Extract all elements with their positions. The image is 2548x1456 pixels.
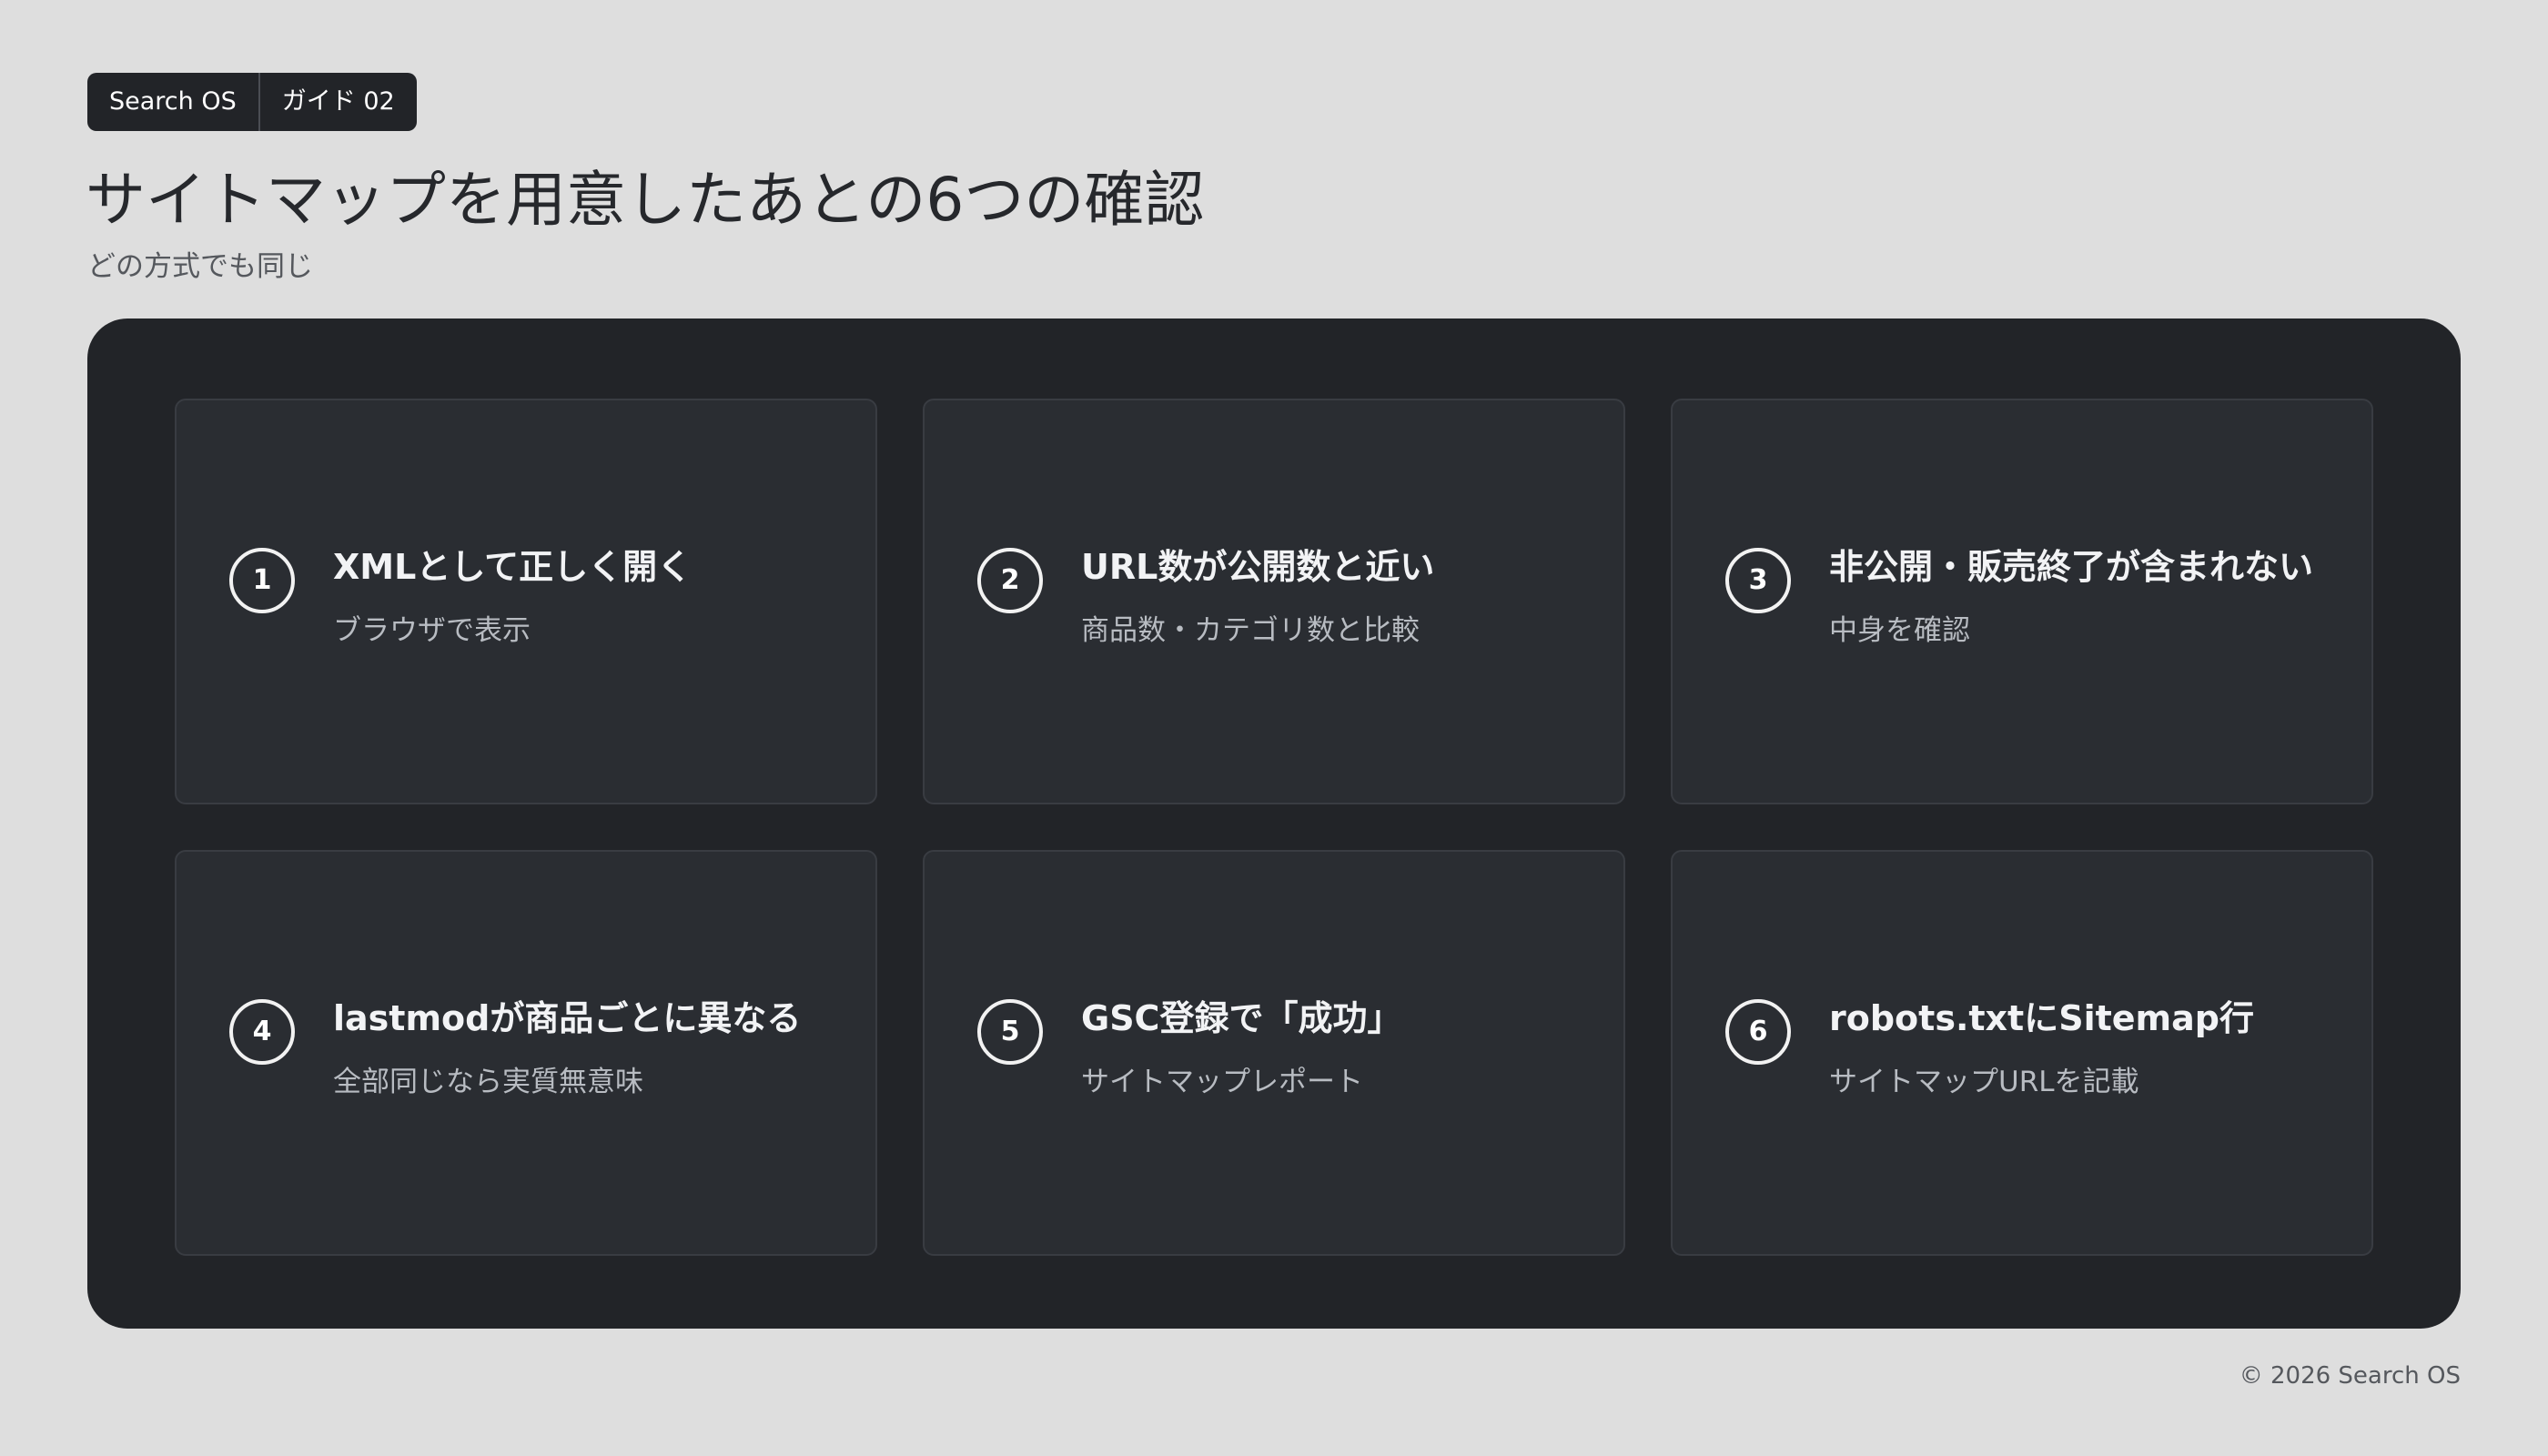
checklist-card-4: 4 lastmodが商品ごとに異なる 全部同じなら実質無意味 bbox=[175, 850, 877, 1256]
page-title: サイトマップを用意したあとの6つの確認 bbox=[86, 165, 1205, 235]
guide-badge: Search OS ガイド 02 bbox=[87, 73, 417, 131]
card-subtitle: ブラウザで表示 bbox=[333, 614, 531, 647]
page-subtitle: どの方式でも同じ bbox=[87, 250, 313, 283]
badge-brand: Search OS bbox=[109, 87, 237, 116]
footer-copyright: © 2026 Search OS bbox=[2239, 1362, 2461, 1390]
card-title: URL数が公開数と近い bbox=[1081, 547, 1435, 587]
checklist-grid: 1 XMLとして正しく開く ブラウザで表示 2 URL数が公開数と近い 商品数・… bbox=[175, 399, 2373, 1256]
card-title: 非公開・販売終了が含まれない bbox=[1829, 547, 2314, 587]
card-subtitle: サイトマップレポート bbox=[1081, 1066, 1363, 1098]
card-subtitle: サイトマップURLを記載 bbox=[1829, 1066, 2139, 1098]
step-number-badge: 4 bbox=[229, 999, 295, 1065]
checklist-panel: 1 XMLとして正しく開く ブラウザで表示 2 URL数が公開数と近い 商品数・… bbox=[87, 318, 2461, 1329]
checklist-card-1: 1 XMLとして正しく開く ブラウザで表示 bbox=[175, 399, 877, 804]
checklist-card-6: 6 robots.txtにSitemap行 サイトマップURLを記載 bbox=[1671, 850, 2373, 1256]
step-number-badge: 3 bbox=[1725, 548, 1791, 613]
step-number-badge: 2 bbox=[977, 548, 1043, 613]
badge-guide-number: ガイド 02 bbox=[281, 87, 395, 116]
checklist-card-2: 2 URL数が公開数と近い 商品数・カテゴリ数と比較 bbox=[923, 399, 1625, 804]
card-title: GSC登録で「成功」 bbox=[1081, 998, 1402, 1038]
card-subtitle: 商品数・カテゴリ数と比較 bbox=[1081, 614, 1420, 647]
card-subtitle: 全部同じなら実質無意味 bbox=[333, 1066, 643, 1098]
card-title: XMLとして正しく開く bbox=[333, 547, 693, 587]
checklist-card-3: 3 非公開・販売終了が含まれない 中身を確認 bbox=[1671, 399, 2373, 804]
step-number-badge: 1 bbox=[229, 548, 295, 613]
step-number-badge: 5 bbox=[977, 999, 1043, 1065]
checklist-card-5: 5 GSC登録で「成功」 サイトマップレポート bbox=[923, 850, 1625, 1256]
card-title: lastmodが商品ごとに異なる bbox=[333, 998, 802, 1038]
card-subtitle: 中身を確認 bbox=[1829, 614, 1970, 647]
step-number-badge: 6 bbox=[1725, 999, 1791, 1065]
card-title: robots.txtにSitemap行 bbox=[1829, 998, 2254, 1038]
